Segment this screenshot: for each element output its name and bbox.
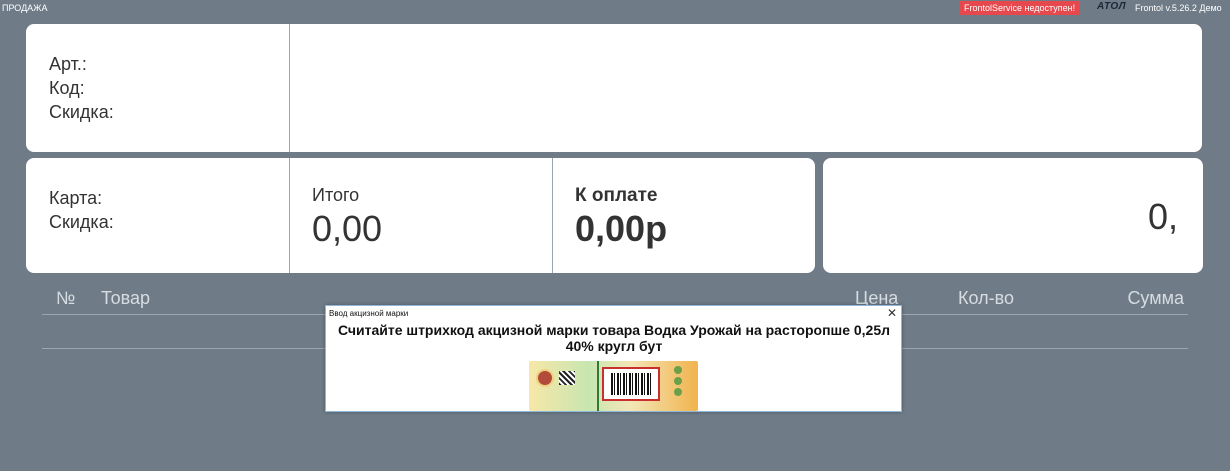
column-sum: Сумма [1127,288,1184,308]
dialog-title: Ввод акцизной марки [329,309,409,318]
input-panel[interactable]: 0, [823,158,1203,273]
to-pay-label: К оплате [575,185,658,206]
panel-divider [552,158,553,273]
article-label: Арт.: [49,54,87,74]
panel-divider [289,24,290,152]
barcode-frame [602,367,660,401]
stamp-divider [597,361,599,411]
seal-icon [536,369,554,387]
service-warning-badge: FrontolService недоступен! [960,1,1080,15]
card-label: Карта: [49,188,103,208]
column-qty: Кол-во [958,288,1014,308]
excise-stamp-image [529,361,698,411]
close-icon[interactable]: ✕ [887,306,897,320]
totals-panel: Карта: Скидка: Итого 0,00 К оплате 0,00р [26,158,815,273]
item-info-panel: Арт.: Код: Скидка: [26,24,1202,152]
excise-stamp-dialog: Ввод акцизной марки ✕ Считайте штрихкод … [325,305,902,412]
stamp-dots-icon [674,366,684,399]
item-discount-label: Скидка: [49,102,114,122]
card-info: Карта: Скидка: [49,186,114,234]
total-label: Итого [312,185,360,205]
column-num: № [56,288,76,308]
barcode-icon [611,373,651,395]
top-bar: ПРОДАЖА FrontolService недоступен! ATOЛ … [0,0,1230,16]
mode-label: ПРОДАЖА [2,3,48,13]
dialog-message: Считайте штрихкод акцизной марки товара … [337,322,891,354]
total-value: 0,00 [312,208,383,249]
card-discount-label: Скидка: [49,212,114,232]
panel-divider [289,158,290,273]
item-info-labels: Арт.: Код: Скидка: [49,52,114,124]
version-label: Frontol v.5.26.2 Демо [1135,3,1222,13]
qr-code-icon [559,371,575,385]
column-item: Товар [101,288,150,308]
atol-logo: ATOЛ [1097,1,1127,12]
code-label: Код: [49,78,85,98]
to-pay-value: 0,00р [575,208,668,249]
input-display: 0, [1147,196,1178,237]
